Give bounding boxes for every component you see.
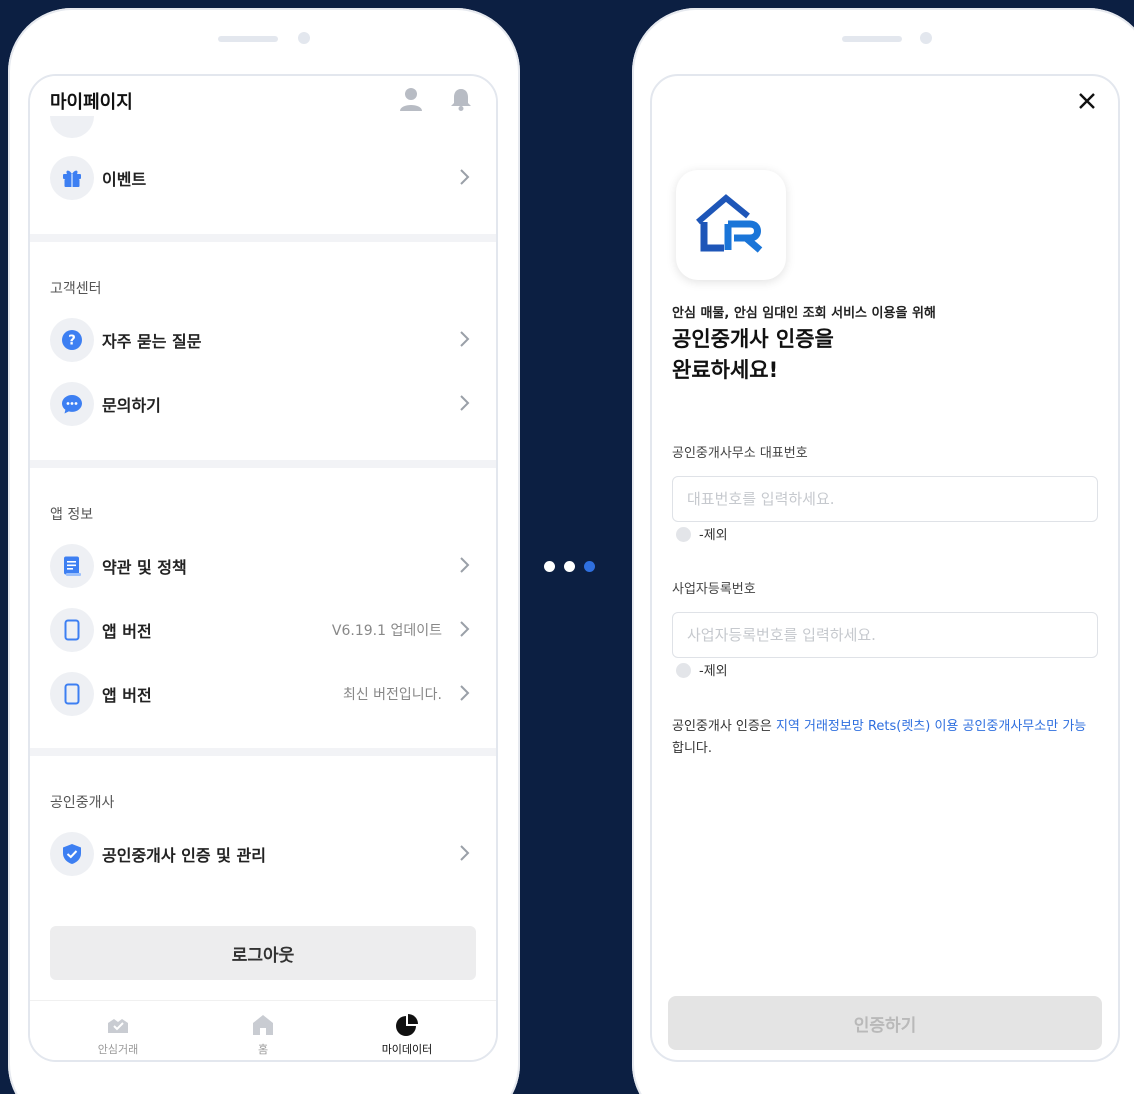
shield-check-icon (63, 844, 81, 864)
biz-number-label: 사업자등록번호 (672, 582, 756, 597)
phone-icon (64, 683, 80, 705)
menu-item-app-version[interactable]: 앱 버전 V6.19.1 업데이트 (30, 600, 496, 660)
headline-line-1: 공인중개사 인증을 (672, 327, 834, 351)
mypage-screen: 마이페이지 이벤트 고객센터 ? 자주 묻는 질문 문의하기 앱 정보 약관 및… (28, 74, 498, 1062)
verify-subtitle: 안심 매물, 안심 임대인 조회 서비스 이용을 위해 (672, 306, 936, 321)
logout-button[interactable]: 로그아웃 (50, 926, 476, 980)
bottom-tab-bar: 안심거래 홈 마이데이터 (30, 1000, 496, 1060)
hint-text: -제외 (699, 528, 728, 543)
section-title-broker: 공인중개사 (50, 795, 115, 811)
verify-submit-button[interactable]: 인증하기 (668, 996, 1102, 1050)
tab-mydata[interactable]: 마이데이터 (357, 1013, 457, 1057)
menu-item-inquiry[interactable]: 문의하기 (30, 374, 496, 434)
home-icon (253, 1015, 273, 1035)
info-icon (676, 527, 691, 542)
biz-number-hint: -제외 (676, 660, 728, 679)
app-logo (676, 170, 786, 280)
headline-line-2: 완료하세요! (672, 358, 779, 382)
version-label: 앱 버전 (102, 686, 152, 705)
menu-item-broker-auth[interactable]: 공인중개사 인증 및 관리 (30, 824, 496, 884)
profile-icon[interactable] (398, 86, 424, 112)
broker-verify-screen: 안심 매물, 안심 임대인 조회 서비스 이용을 위해 공인중개사 인증을 완료… (650, 74, 1120, 1062)
verify-notice: 공인중개사 인증은 지역 거래정보망 Rets(렛츠) 이용 공인중개사무소만 … (672, 716, 1092, 760)
phone-speaker (218, 36, 278, 42)
pager-dot-active[interactable] (584, 561, 595, 572)
bell-icon[interactable] (448, 86, 474, 112)
chevron-right-icon (460, 845, 470, 861)
section-title-customer: 고객센터 (50, 281, 102, 297)
chat-bubble-icon (62, 395, 82, 414)
top-bar: 마이페이지 (30, 76, 496, 128)
terms-label: 약관 및 정책 (102, 558, 187, 577)
broker-icon-bg (50, 832, 94, 876)
chevron-right-icon (460, 395, 470, 411)
office-number-label: 공인중개사무소 대표번호 (672, 446, 808, 461)
menu-item-event[interactable]: 이벤트 (30, 148, 496, 208)
scrolled-item-circle (50, 116, 94, 138)
tab-home[interactable]: 홈 (213, 1013, 313, 1057)
broker-label: 공인중개사 인증 및 관리 (102, 846, 266, 865)
chevron-right-icon (460, 557, 470, 573)
section-divider (30, 234, 496, 242)
phone-icon (64, 619, 80, 641)
event-icon-bg (50, 156, 94, 200)
phone-left: 마이페이지 이벤트 고객센터 ? 자주 묻는 질문 문의하기 앱 정보 약관 및… (8, 8, 520, 1094)
version-label: 앱 버전 (102, 622, 152, 641)
notice-highlight: 지역 거래정보망 Rets(렛츠) 이용 공인중개사무소만 가능 (775, 719, 1087, 734)
hint-text: -제외 (699, 664, 728, 679)
section-title-app-info: 앱 정보 (50, 507, 94, 523)
phone-speaker (842, 36, 902, 42)
version-icon-bg (50, 608, 94, 652)
close-icon[interactable] (1076, 90, 1098, 112)
tab-label: 마이데이터 (381, 1043, 433, 1056)
notice-suffix: 합니다. (672, 741, 713, 756)
page-title: 마이페이지 (50, 92, 133, 113)
tab-safe-deal[interactable]: 안심거래 (68, 1013, 168, 1057)
pie-chart-icon (396, 1014, 418, 1036)
question-icon: ? (62, 330, 82, 350)
tab-label: 홈 (257, 1043, 269, 1056)
section-divider (30, 748, 496, 756)
gift-icon (63, 170, 81, 187)
inquiry-icon-bg (50, 382, 94, 426)
menu-item-terms[interactable]: 약관 및 정책 (30, 536, 496, 596)
menu-item-faq[interactable]: ? 자주 묻는 질문 (30, 310, 496, 370)
biz-number-input[interactable] (672, 612, 1098, 658)
phone-camera (920, 32, 932, 44)
tab-label: 안심거래 (97, 1043, 139, 1056)
phone-right: 안심 매물, 안심 임대인 조회 서비스 이용을 위해 공인중개사 인증을 완료… (632, 8, 1134, 1094)
faq-label: 자주 묻는 질문 (102, 332, 202, 351)
version-value: 최신 버전입니다. (342, 687, 442, 703)
office-number-hint: -제외 (676, 524, 728, 543)
chevron-right-icon (460, 685, 470, 701)
pager-dot[interactable] (564, 561, 575, 572)
event-label: 이벤트 (102, 170, 147, 189)
menu-item-app-version-latest[interactable]: 앱 버전 최신 버전입니다. (30, 664, 496, 724)
house-r-logo-icon (696, 194, 763, 253)
office-number-input[interactable] (672, 476, 1098, 522)
info-icon (676, 663, 691, 678)
svg-text:?: ? (68, 334, 76, 349)
faq-icon-bg: ? (50, 318, 94, 362)
pager-dot[interactable] (544, 561, 555, 572)
section-divider (30, 460, 496, 468)
chevron-right-icon (460, 169, 470, 185)
version-icon-bg (50, 672, 94, 716)
handshake-icon (108, 1019, 128, 1033)
verify-headline: 공인중개사 인증을 완료하세요! (672, 324, 1092, 386)
chevron-right-icon (460, 331, 470, 347)
version-value: V6.19.1 업데이트 (331, 623, 442, 639)
terms-icon-bg (50, 544, 94, 588)
phone-camera (298, 32, 310, 44)
notice-prefix: 공인중개사 인증은 (672, 719, 776, 734)
inquiry-label: 문의하기 (102, 396, 161, 415)
document-icon (64, 556, 81, 576)
chevron-right-icon (460, 621, 470, 637)
